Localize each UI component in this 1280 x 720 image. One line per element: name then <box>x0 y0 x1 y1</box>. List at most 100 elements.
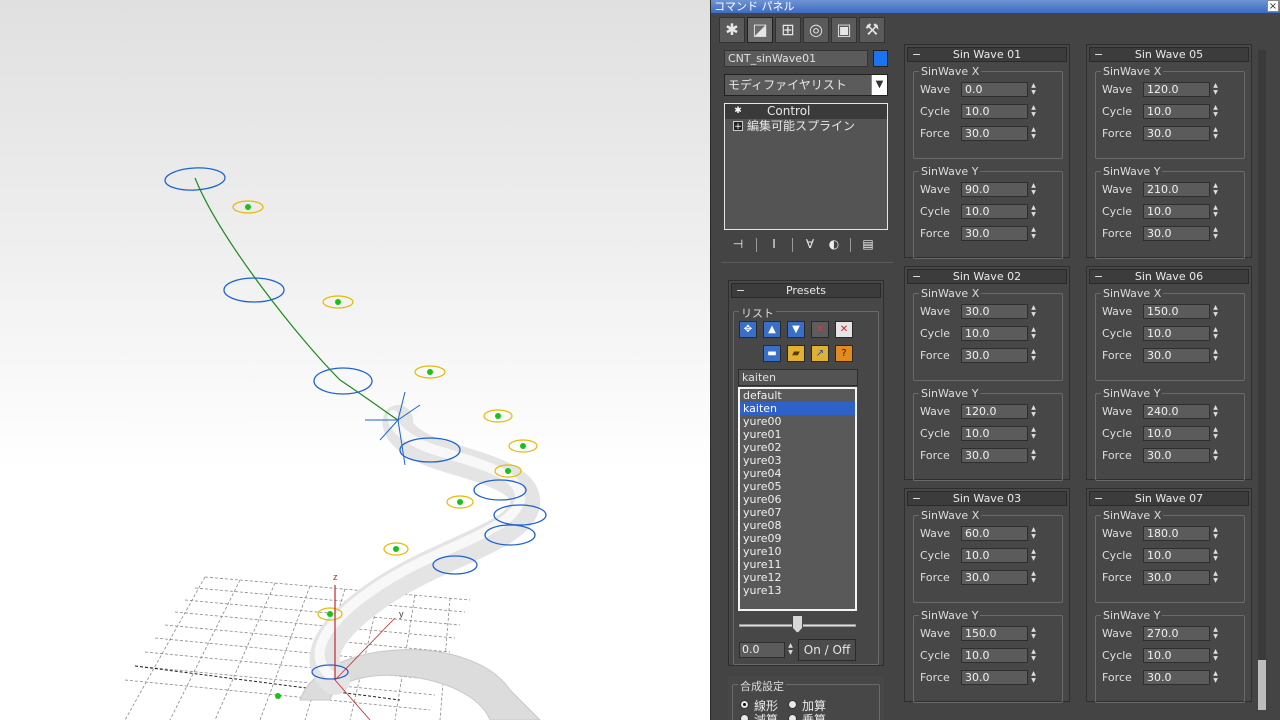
list-item[interactable]: kaiten <box>740 402 855 415</box>
panel-scrollbar-thumb[interactable] <box>1258 660 1266 710</box>
force-spinner[interactable]: ▲ ▼ <box>1029 570 1038 585</box>
sine-wave-header[interactable]: − Sin Wave 01 <box>907 47 1067 62</box>
motion-tab[interactable]: ◎ <box>803 17 829 43</box>
cycle-spinner[interactable]: ▲ ▼ <box>1029 204 1038 219</box>
list-item[interactable]: yure02 <box>740 441 855 454</box>
force-spinner[interactable]: ▲ ▼ <box>1029 448 1038 463</box>
cycle-field[interactable]: 10.0 <box>961 548 1028 563</box>
clear-presets-button[interactable]: ✕ <box>835 321 853 338</box>
cycle-spinner[interactable]: ▲ ▼ <box>1029 548 1038 563</box>
wave-spinner[interactable]: ▲ ▼ <box>1211 626 1220 641</box>
wave-field[interactable]: 90.0 <box>961 182 1028 197</box>
chevron-down-icon[interactable]: ▼ <box>871 75 887 95</box>
list-item[interactable]: yure01 <box>740 428 855 441</box>
presets-rollout-header[interactable]: − Presets <box>731 283 881 298</box>
wave-spinner[interactable]: ▲ ▼ <box>1211 182 1220 197</box>
force-field[interactable]: 30.0 <box>961 448 1028 463</box>
modifier-list-dropdown[interactable]: モディファイヤリスト ▼ <box>724 74 888 96</box>
load-preset-button[interactable]: ✥ <box>739 321 757 338</box>
wave-spinner[interactable]: ▲ ▼ <box>1029 404 1038 419</box>
wave-field[interactable]: 270.0 <box>1143 626 1210 641</box>
list-item[interactable]: yure07 <box>740 506 855 519</box>
stack-item-editable-spline[interactable]: + 編集可能スプライン <box>725 119 887 134</box>
object-name-field[interactable]: CNT_sinWave01 <box>724 50 868 67</box>
force-field[interactable]: 30.0 <box>1143 226 1210 241</box>
force-field[interactable]: 30.0 <box>961 570 1028 585</box>
cycle-spinner[interactable]: ▲ ▼ <box>1211 104 1220 119</box>
cycle-spinner[interactable]: ▲ ▼ <box>1211 326 1220 341</box>
cycle-field[interactable]: 10.0 <box>1143 204 1210 219</box>
create-tab[interactable]: ✱ <box>719 17 745 43</box>
cycle-spinner[interactable]: ▲ ▼ <box>1211 648 1220 663</box>
force-spinner[interactable]: ▲ ▼ <box>1029 226 1038 241</box>
wave-spinner[interactable]: ▲ ▼ <box>1211 526 1220 541</box>
cycle-spinner[interactable]: ▲ ▼ <box>1029 104 1038 119</box>
utilities-tab[interactable]: ⚒ <box>859 17 885 43</box>
radio-subtract[interactable] <box>740 714 749 720</box>
show-end-result-icon[interactable]: Ⅰ <box>766 236 782 252</box>
panel-scrollbar[interactable] <box>1258 50 1266 710</box>
force-spinner[interactable]: ▲ ▼ <box>1211 670 1220 685</box>
cycle-field[interactable]: 10.0 <box>961 426 1028 441</box>
configure-sets-icon[interactable]: ▤ <box>860 236 876 252</box>
list-item[interactable]: yure09 <box>740 532 855 545</box>
force-field[interactable]: 30.0 <box>1143 126 1210 141</box>
cycle-field[interactable]: 10.0 <box>961 204 1028 219</box>
wave-field[interactable]: 150.0 <box>961 626 1028 641</box>
save-preset-button[interactable]: ▬ <box>763 345 781 362</box>
cycle-spinner[interactable]: ▲ ▼ <box>1211 204 1220 219</box>
help-button[interactable]: ? <box>835 345 853 362</box>
cycle-field[interactable]: 10.0 <box>961 326 1028 341</box>
hierarchy-tab[interactable]: ⊞ <box>775 17 801 43</box>
cycle-field[interactable]: 10.0 <box>961 104 1028 119</box>
modify-tab[interactable]: ◪ <box>747 17 773 43</box>
cycle-field[interactable]: 10.0 <box>1143 326 1210 341</box>
wave-spinner[interactable]: ▲ ▼ <box>1029 526 1038 541</box>
force-field[interactable]: 30.0 <box>961 126 1028 141</box>
wave-spinner[interactable]: ▲ ▼ <box>1211 404 1220 419</box>
force-field[interactable]: 30.0 <box>961 348 1028 363</box>
wave-field[interactable]: 0.0 <box>961 82 1028 97</box>
preset-listbox[interactable]: default kaiten yure00 yure01 yure02 yure… <box>738 387 857 611</box>
wave-field[interactable]: 60.0 <box>961 526 1028 541</box>
list-item[interactable]: yure10 <box>740 545 855 558</box>
modifier-stack[interactable]: ✱ Control + 編集可能スプライン <box>724 103 888 230</box>
radio-add[interactable] <box>788 700 797 709</box>
display-tab[interactable]: ▣ <box>831 17 857 43</box>
list-item[interactable]: yure13 <box>740 584 855 597</box>
expand-icon[interactable]: + <box>733 121 743 132</box>
force-field[interactable]: 30.0 <box>1143 448 1210 463</box>
wave-spinner[interactable]: ▲ ▼ <box>1029 182 1038 197</box>
wave-field[interactable]: 150.0 <box>1143 304 1210 319</box>
cycle-spinner[interactable]: ▲ ▼ <box>1211 426 1220 441</box>
close-button[interactable]: × <box>1267 0 1279 12</box>
panel-titlebar[interactable]: コマンド パネル × <box>711 0 1280 13</box>
list-item[interactable]: yure00 <box>740 415 855 428</box>
force-spinner[interactable]: ▲ ▼ <box>1029 670 1038 685</box>
force-spinner[interactable]: ▲ ▼ <box>1211 570 1220 585</box>
wave-field[interactable]: 120.0 <box>961 404 1028 419</box>
force-spinner[interactable]: ▲ ▼ <box>1211 348 1220 363</box>
on-off-button[interactable]: On / Off <box>798 639 856 661</box>
stack-item-control[interactable]: ✱ Control <box>725 104 887 119</box>
wave-spinner[interactable]: ▲ ▼ <box>1211 82 1220 97</box>
list-item[interactable]: default <box>740 389 855 402</box>
delete-preset-button[interactable]: ✕ <box>811 321 829 338</box>
blend-spinner[interactable]: ▲ ▼ <box>786 642 795 658</box>
cycle-field[interactable]: 10.0 <box>961 648 1028 663</box>
list-item[interactable]: yure03 <box>740 454 855 467</box>
remove-modifier-icon[interactable]: ◐ <box>826 236 842 252</box>
force-field[interactable]: 30.0 <box>961 670 1028 685</box>
wave-spinner[interactable]: ▲ ▼ <box>1211 304 1220 319</box>
radio-multiply[interactable] <box>788 714 797 720</box>
pin-stack-icon[interactable]: ⊣ <box>730 236 746 252</box>
cycle-spinner[interactable]: ▲ ▼ <box>1029 426 1038 441</box>
force-spinner[interactable]: ▲ ▼ <box>1211 226 1220 241</box>
wave-field[interactable]: 180.0 <box>1143 526 1210 541</box>
force-field[interactable]: 30.0 <box>961 226 1028 241</box>
open-folder-button[interactable]: ▰ <box>787 345 805 362</box>
move-down-button[interactable]: ▼ <box>787 321 805 338</box>
sine-wave-header[interactable]: − Sin Wave 06 <box>1089 269 1249 284</box>
3d-viewport[interactable]: z y <box>0 0 710 720</box>
wave-field[interactable]: 30.0 <box>961 304 1028 319</box>
